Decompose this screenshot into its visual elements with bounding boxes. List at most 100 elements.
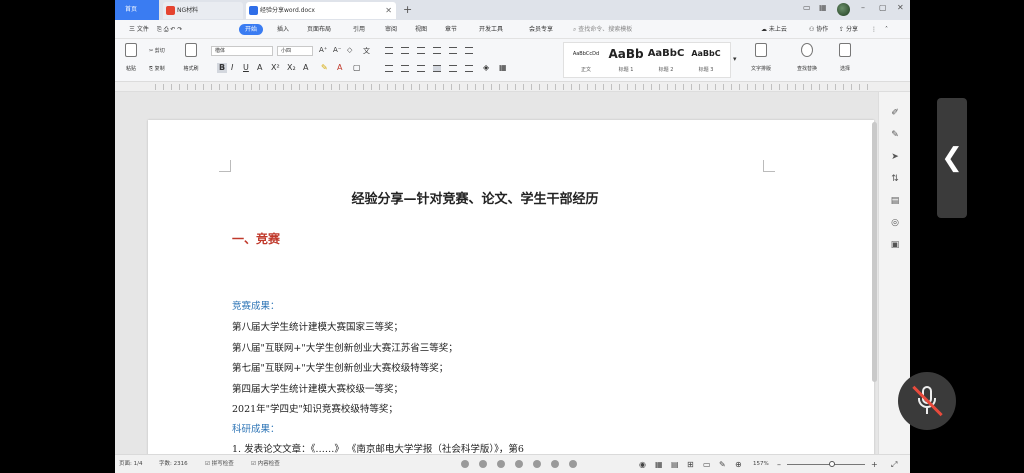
style-normal[interactable]: AaBbCcDd 正文 <box>566 46 606 73</box>
menu-view[interactable]: 视图 <box>415 24 427 35</box>
bold-button[interactable]: B <box>217 63 228 73</box>
page-count[interactable]: 页面: 1/4 <box>119 460 142 469</box>
shading-icon[interactable]: ◈ <box>483 63 489 72</box>
text-tools-button[interactable]: 文字排版 <box>747 43 775 72</box>
find-replace-button[interactable]: 查找替换 <box>793 43 821 72</box>
fullscreen-icon[interactable]: ⤢ <box>891 460 897 469</box>
shape-icon[interactable]: ◎ <box>890 218 900 228</box>
style-heading-1[interactable]: AaBb 标题 1 <box>606 46 646 73</box>
view-web-icon[interactable]: ⊞ <box>687 460 694 469</box>
page-dot[interactable] <box>533 460 541 468</box>
menu-file[interactable]: 三 文件 <box>129 24 149 35</box>
pen-icon[interactable]: ✎ <box>719 460 726 469</box>
tab-word-document[interactable]: 经验分享word.docx ✕ <box>246 2 396 19</box>
zoom-slider[interactable] <box>787 464 865 465</box>
zoom-in-icon[interactable]: + <box>871 460 878 469</box>
cloud-status[interactable]: ☁ 未上云 <box>761 24 787 35</box>
styles-expand-icon[interactable]: ▾ <box>733 55 737 63</box>
pointer-icon[interactable]: ➤ <box>890 152 900 162</box>
font-size-select[interactable]: 小四 <box>277 46 313 56</box>
indent-icon[interactable] <box>433 47 441 54</box>
menu-developer[interactable]: 开发工具 <box>479 24 503 35</box>
word-count[interactable]: 字数: 2316 <box>159 460 188 469</box>
outdent-icon[interactable] <box>417 47 425 54</box>
align-center-icon[interactable] <box>401 65 409 72</box>
zoom-slider-handle[interactable] <box>829 461 835 467</box>
style-heading-2[interactable]: AaBbC 标题 2 <box>646 46 686 73</box>
shrink-font-icon[interactable]: A⁻ <box>333 46 341 54</box>
comment-icon[interactable]: ▣ <box>890 240 900 250</box>
share-button[interactable]: ⇪ 分享 <box>839 24 858 35</box>
vertical-scrollbar[interactable] <box>872 102 877 442</box>
collaborate-button[interactable]: ⚇ 协作 <box>809 24 828 35</box>
spell-check-button[interactable]: ☑ 拼写检查 <box>205 460 234 469</box>
style-heading-3[interactable]: AaBbC 标题 3 <box>686 46 726 73</box>
zoom-level[interactable]: 157% <box>753 460 769 469</box>
side-panel-toggle[interactable]: ❮ <box>937 98 967 218</box>
view-read-icon[interactable]: ▭ <box>703 460 711 469</box>
layout-icon[interactable]: ▭ <box>803 3 811 12</box>
command-search[interactable]: ⌕ 查找命令、搜索模板 <box>573 24 688 35</box>
adjust-icon[interactable]: ⇅ <box>890 174 900 184</box>
menu-member[interactable]: 会员专享 <box>529 24 553 35</box>
collapse-ribbon-icon[interactable]: ˄ <box>885 24 888 35</box>
layers-icon[interactable]: ▤ <box>890 196 900 206</box>
subscript-button[interactable]: X₂ <box>287 63 296 73</box>
page-dot[interactable] <box>479 460 487 468</box>
superscript-button[interactable]: X² <box>271 63 280 73</box>
menu-sections[interactable]: 章节 <box>445 24 457 35</box>
menu-review[interactable]: 审阅 <box>385 24 397 35</box>
menu-page-layout[interactable]: 页面布局 <box>307 24 331 35</box>
page-dot[interactable] <box>461 460 469 468</box>
sort-icon[interactable] <box>449 47 457 54</box>
more-icon[interactable]: ⋮ <box>871 24 877 35</box>
paste-button[interactable]: 粘贴 <box>117 43 145 72</box>
page-dot[interactable] <box>551 460 559 468</box>
globe-icon[interactable]: ⊕ <box>735 460 742 469</box>
clear-format-icon[interactable]: ◇ <box>347 46 352 54</box>
format-painter-button[interactable]: 格式刷 <box>177 43 205 72</box>
eye-protect-icon[interactable]: ◉ <box>639 460 646 469</box>
scrollbar-thumb[interactable] <box>872 122 877 382</box>
view-page-icon[interactable]: ▦ <box>655 460 663 469</box>
edit-icon[interactable]: ✎ <box>890 130 900 140</box>
tab-pdf-document[interactable]: NG材料 <box>163 2 243 19</box>
menu-home[interactable]: 开始 <box>239 24 264 35</box>
zoom-out-icon[interactable]: – <box>777 460 781 469</box>
borders-icon[interactable]: ▦ <box>499 63 507 72</box>
view-outline-icon[interactable]: ▤ <box>671 460 679 469</box>
tab-close-icon[interactable]: ✕ <box>385 2 392 19</box>
justify-icon[interactable] <box>433 65 441 72</box>
font-name-select[interactable]: 楷体 <box>211 46 273 56</box>
font-color-icon[interactable]: A <box>337 63 342 73</box>
page-dot[interactable] <box>497 460 505 468</box>
content-check-button[interactable]: ☑ 内容检查 <box>251 460 280 469</box>
char-border-icon[interactable]: ▢ <box>353 63 361 73</box>
minimize-icon[interactable]: – <box>861 3 865 12</box>
show-marks-icon[interactable] <box>465 47 473 54</box>
horizontal-ruler[interactable] <box>115 82 910 92</box>
grow-font-icon[interactable]: A⁺ <box>319 46 327 54</box>
avatar[interactable] <box>837 3 850 16</box>
grid-icon[interactable]: ▦ <box>819 3 827 12</box>
bullets-icon[interactable] <box>385 47 393 54</box>
menu-insert[interactable]: 插入 <box>277 24 289 35</box>
menu-references[interactable]: 引用 <box>353 24 365 35</box>
underline-button[interactable]: U <box>243 63 249 73</box>
line-spacing-icon[interactable] <box>465 65 473 72</box>
select-button[interactable]: 选择 <box>831 43 859 72</box>
new-tab-icon[interactable]: + <box>403 1 412 18</box>
maximize-icon[interactable]: ▢ <box>879 3 887 12</box>
pinyin-icon[interactable]: 文 <box>363 46 370 56</box>
numbering-icon[interactable] <box>401 47 409 54</box>
cut-button[interactable]: ✂ 剪切 <box>149 47 165 54</box>
page-dot[interactable] <box>515 460 523 468</box>
tab-home[interactable]: 首页 <box>115 0 159 20</box>
font-effect-button[interactable]: A <box>303 63 308 73</box>
italic-button[interactable]: I <box>231 63 233 73</box>
highlight-icon[interactable]: ✎ <box>321 63 328 73</box>
distribute-icon[interactable] <box>449 65 457 72</box>
page-dot[interactable] <box>569 460 577 468</box>
style-pane-icon[interactable]: ✐ <box>890 108 900 118</box>
align-right-icon[interactable] <box>417 65 425 72</box>
